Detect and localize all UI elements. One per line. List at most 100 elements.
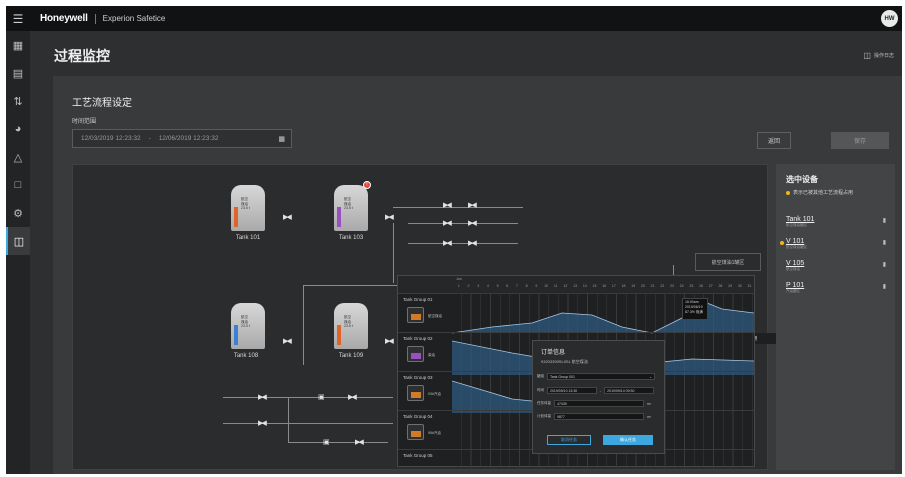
valve-icon[interactable]: ▶◀ <box>355 438 364 446</box>
day-number: 17 <box>611 284 616 288</box>
pump-icon[interactable]: ▣ <box>323 438 329 446</box>
day-number: 12 <box>563 284 568 288</box>
tank-icon <box>407 424 424 440</box>
occupied-legend-text: 表示已被其他工艺流程占用 <box>793 190 854 196</box>
pipe-segment <box>223 397 393 398</box>
valve-icon[interactable]: ▶◀ <box>443 219 452 227</box>
day-number: 31 <box>747 284 752 288</box>
section-title: 工艺流程设定 <box>72 98 132 109</box>
day-number: 19 <box>631 284 636 288</box>
valve-icon[interactable]: ▶◀ <box>283 337 292 345</box>
day-number: 16 <box>602 284 607 288</box>
order-label: 计划体量 <box>537 414 551 418</box>
target-select[interactable]: Tank Group 001 ⌄ <box>547 373 655 380</box>
group-name[interactable]: Tank Group 03 <box>403 375 433 380</box>
confirm-task-button[interactable]: 确认任务 <box>603 435 653 445</box>
document-icon[interactable]: □ <box>6 171 30 199</box>
operation-log-link[interactable]: ◫ 操作日志 <box>863 51 894 60</box>
valve-icon[interactable]: ▶◀ <box>283 213 292 221</box>
tank-value: 23.5 t <box>344 324 353 328</box>
settings-icon[interactable]: ⚙ <box>6 199 30 227</box>
order-row: 计划体量 9877 m³ <box>537 413 651 420</box>
valve-icon[interactable]: ▶◀ <box>443 239 452 247</box>
pipe-segment <box>223 423 393 424</box>
day-number: 21 <box>650 284 655 288</box>
alert-icon[interactable]: ! <box>363 181 371 189</box>
time-range-picker[interactable]: 12/03/2019 12:23:32 - 12/06/2019 12:23:3… <box>72 129 292 148</box>
group-name[interactable]: Tank Group 04 <box>403 414 433 419</box>
pipe-segment <box>408 243 518 244</box>
cancel-task-button[interactable]: 取消任务 <box>547 435 591 445</box>
tank-icon <box>407 346 424 362</box>
avatar[interactable]: HW <box>881 10 898 27</box>
device-name[interactable]: V 101 <box>786 238 886 245</box>
day-number: 10 <box>544 284 548 288</box>
day-number: 18 <box>621 284 626 288</box>
tank-area-label[interactable]: 航空煤油1罐区 <box>695 253 761 271</box>
tank-103[interactable]: 航空 煤油 23.5 t <box>334 185 368 231</box>
occupied-dot-icon <box>786 190 790 195</box>
day-number: 15 <box>592 284 597 288</box>
device-name[interactable]: P 101 <box>786 282 886 289</box>
delete-icon[interactable]: ▮ <box>883 217 886 224</box>
save-button[interactable]: 保存 <box>831 132 889 149</box>
selected-devices-panel: 选中设备 表示已被其他工艺流程占用 Tank 101 航空煤油罐区 ▮ V 10… <box>776 164 895 470</box>
day-number: 28 <box>718 284 723 288</box>
group-name[interactable]: Tank Group 01 <box>403 297 433 302</box>
calendar-icon[interactable]: ▦ <box>278 135 285 143</box>
tank-108[interactable]: 航空 煤油 23.5 t <box>231 303 265 349</box>
tank-readout: 航空 煤油 23.5 t <box>241 197 250 211</box>
device-name[interactable]: V 105 <box>786 260 886 267</box>
valve-icon[interactable]: ▶◀ <box>385 337 394 345</box>
time-row: 时间 2019/09/10 13:30 - 2019/09/14 09:30 <box>537 387 655 394</box>
flow-icon[interactable]: ⇅ <box>6 87 30 115</box>
group-name[interactable]: Tank Group 05 <box>403 453 433 458</box>
dialog-subtitle: 93203390SL0SL 航空煤油 <box>541 359 588 364</box>
menu-icon[interactable]: ☰ <box>6 12 30 26</box>
day-number: 4 <box>486 284 489 288</box>
alarm-icon[interactable]: △ <box>6 143 30 171</box>
brand-logo: Honeywell <box>40 13 88 24</box>
report-icon[interactable]: ◫ <box>6 227 30 255</box>
valve-icon[interactable]: ▶◀ <box>348 393 357 401</box>
pipe-segment <box>393 223 394 283</box>
valve-icon[interactable]: ▶◀ <box>258 393 267 401</box>
valve-icon[interactable]: ▶◀ <box>468 239 477 247</box>
order-dialog[interactable]: 订单信息 93203390SL0SL 航空煤油 罐组 Tank Group 00… <box>532 340 665 454</box>
return-button[interactable]: 返回 <box>757 132 791 149</box>
valve-icon[interactable]: ▶◀ <box>443 201 452 209</box>
pump-icon[interactable]: ▣ <box>318 393 324 401</box>
brand-divider <box>94 13 96 24</box>
delete-icon[interactable]: ▮ <box>883 239 886 246</box>
quantity-label: 任务体量 <box>537 401 551 405</box>
group-product: 93#汽油 <box>428 392 441 396</box>
day-number: 2 <box>467 284 470 288</box>
delete-icon[interactable]: ▮ <box>883 261 886 268</box>
group-name[interactable]: Tank Group 02 <box>403 336 433 341</box>
device-area: 航空煤油罐区 <box>786 245 807 249</box>
pressure-icon[interactable]: ◕ <box>6 115 30 143</box>
tank-icon <box>407 307 424 323</box>
delete-icon[interactable]: ▮ <box>883 283 886 290</box>
device-name[interactable]: Tank 101 <box>786 216 886 223</box>
valve-icon[interactable]: ▶◀ <box>468 201 477 209</box>
tank-101[interactable]: 航空 煤油 23.5 t <box>231 185 265 231</box>
device-item[interactable]: V 101 航空煤油罐区 ▮ <box>780 238 886 250</box>
quantity-input[interactable]: 47439 <box>554 400 644 407</box>
valve-icon[interactable]: ▶◀ <box>258 419 267 427</box>
grid-icon[interactable]: ▦ <box>6 31 30 59</box>
device-item[interactable]: Tank 101 航空煤油罐区 ▮ <box>786 216 886 228</box>
tank-icon <box>407 385 424 401</box>
valve-icon[interactable]: ▶◀ <box>385 213 394 221</box>
table-icon[interactable]: ▤ <box>6 59 30 87</box>
device-item[interactable]: V 105 航空煤油 ▮ <box>786 260 886 272</box>
time-end-input[interactable]: 2019/09/14 09:30 <box>604 387 655 394</box>
quantity-row: 任务体量 47439 m³ <box>537 400 651 407</box>
tank-109[interactable]: 航空 煤油 23.5 t <box>334 303 368 349</box>
valve-icon[interactable]: ▶◀ <box>468 219 477 227</box>
time-start-input[interactable]: 2019/09/10 13:30 <box>547 387 597 394</box>
device-item[interactable]: P 101 汽油罐区 ▮ <box>786 282 886 294</box>
order-input[interactable]: 9877 <box>554 413 644 420</box>
target-row: 罐组 Tank Group 001 ⌄ <box>537 373 655 380</box>
tank-label: Tank 109 <box>338 353 364 359</box>
